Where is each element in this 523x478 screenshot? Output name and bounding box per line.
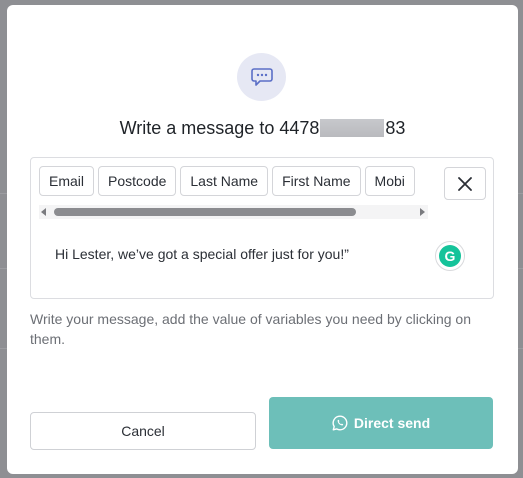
close-icon <box>458 176 472 191</box>
helper-text: Write your message, add the value of var… <box>30 311 471 347</box>
whatsapp-icon <box>332 415 348 431</box>
direct-send-button[interactable]: Direct send <box>269 397 493 449</box>
variable-chip-mobile[interactable]: Mobi <box>364 166 415 196</box>
variable-chip-email[interactable]: Email <box>39 166 95 196</box>
dialog-title-prefix: Write a message to 4478 <box>119 118 320 138</box>
variable-chip-last-name[interactable]: Last Name <box>180 166 269 196</box>
grammarly-letter: G <box>439 245 461 267</box>
scroll-right-icon[interactable] <box>420 208 425 216</box>
variable-chips: Email Postcode Last Name First Name Mobi <box>39 166 428 200</box>
message-dialog: Write a message to 4478 83 Email Postcode L… <box>7 5 518 474</box>
message-editor: Email Postcode Last Name First Name Mobi Hi … <box>30 157 494 299</box>
grammarly-icon[interactable]: G <box>435 241 465 271</box>
close-button[interactable] <box>444 167 486 200</box>
dialog-title-suffix: 83 <box>385 118 406 138</box>
dialog-title: Write a message to 4478 83 <box>7 118 518 139</box>
chat-bubble-icon <box>237 53 286 101</box>
redacted-digits <box>320 119 385 137</box>
cancel-button[interactable]: Cancel <box>30 412 256 450</box>
variable-chip-postcode[interactable]: Postcode <box>98 166 177 196</box>
scroll-left-icon[interactable] <box>41 208 46 216</box>
scrollbar-thumb[interactable] <box>54 208 356 216</box>
variable-chip-first-name[interactable]: First Name <box>272 166 361 196</box>
message-text[interactable]: Hi Lester, we’ve got a special offer jus… <box>55 246 435 262</box>
direct-send-label: Direct send <box>353 415 431 431</box>
chips-scrollbar[interactable] <box>39 205 428 219</box>
